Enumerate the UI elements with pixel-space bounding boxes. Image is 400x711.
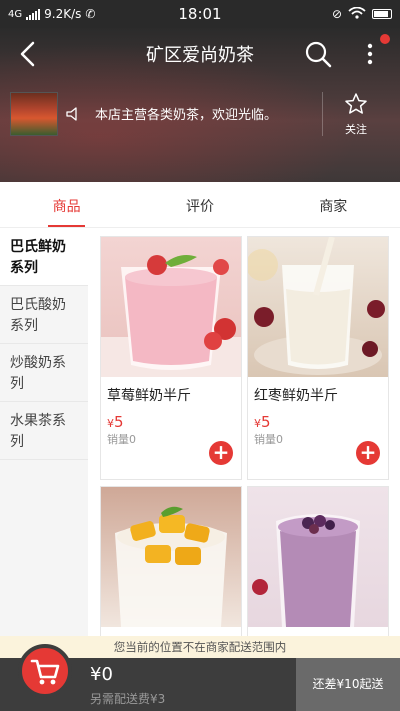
product-image <box>101 237 241 377</box>
phone-icon: ✆ <box>85 7 96 21</box>
divider <box>322 92 323 136</box>
network-type: 4G <box>8 8 23 20</box>
product-grid: 草莓鲜奶半斤 ¥5 销量0 + 红枣鲜奶半斤 ¥5 销量0 + <box>88 228 400 636</box>
cart-icon <box>30 659 60 685</box>
product-name <box>248 627 388 635</box>
wifi-icon <box>348 6 366 22</box>
cart-bar: ¥0 另需配送费¥3 还差¥10起送 <box>0 644 400 711</box>
tab-products[interactable]: 商品 <box>0 182 133 227</box>
product-name: 草莓鲜奶半斤 <box>107 388 191 404</box>
network-speed: 9.2K/s <box>44 7 82 21</box>
page-title: 矿区爱尚奶茶 <box>146 45 254 66</box>
price-value: 5 <box>114 413 124 431</box>
star-icon <box>345 93 367 114</box>
nav-bar: 矿区爱尚奶茶 <box>0 28 400 80</box>
category-sidebar: 巴氏鲜奶系列 巴氏酸奶系列 炒酸奶系列 水果茶系列 <box>0 228 88 636</box>
status-time: 18:01 <box>178 5 222 23</box>
cart-button[interactable] <box>18 644 72 698</box>
product-image <box>248 487 388 627</box>
status-right: ⊘ <box>264 6 392 22</box>
follow-label: 关注 <box>345 123 367 136</box>
status-bar: 4G 9.2K/s ✆ 18:01 ⊘ <box>0 0 400 28</box>
product-image <box>248 237 388 377</box>
speaker-icon <box>66 107 77 121</box>
currency-symbol: ¥ <box>107 417 114 430</box>
product-card[interactable]: 红枣鲜奶半斤 ¥5 销量0 + <box>247 236 389 480</box>
delivery-fee: 另需配送费¥3 <box>90 692 166 706</box>
tab-merchant[interactable]: 商家 <box>267 182 400 227</box>
price-value: 5 <box>261 413 271 431</box>
silent-icon: ⊘ <box>331 7 342 21</box>
product-name <box>101 627 241 635</box>
min-order-button[interactable]: 还差¥10起送 <box>296 658 400 711</box>
sidebar-item-yogurt[interactable]: 巴氏酸奶系列 <box>0 286 88 344</box>
shop-header: 矿区爱尚奶茶 本店主营各类奶茶，欢迎光临。 关注 <box>0 28 400 182</box>
signal-icon <box>26 8 41 20</box>
product-image <box>101 487 241 627</box>
search-icon[interactable] <box>304 40 332 68</box>
currency-symbol: ¥ <box>254 417 261 430</box>
shop-info: 本店主营各类奶茶，欢迎光临。 关注 <box>0 92 400 136</box>
add-to-cart-button[interactable]: + <box>356 441 380 465</box>
sidebar-item-fresh-milk[interactable]: 巴氏鲜奶系列 <box>0 228 88 286</box>
sidebar-item-fruit-tea[interactable]: 水果茶系列 <box>0 402 88 460</box>
add-to-cart-button[interactable]: + <box>209 441 233 465</box>
notification-dot <box>380 34 390 44</box>
tab-reviews[interactable]: 评价 <box>133 182 266 227</box>
more-icon[interactable] <box>360 40 380 68</box>
shop-logo <box>10 92 58 136</box>
product-price: ¥5 <box>248 405 388 431</box>
product-price: ¥5 <box>101 405 241 431</box>
product-card[interactable] <box>100 486 242 636</box>
product-card[interactable]: 草莓鲜奶半斤 ¥5 销量0 + <box>100 236 242 480</box>
battery-icon <box>372 9 392 19</box>
product-card[interactable] <box>247 486 389 636</box>
shop-notice: 本店主营各类奶茶，欢迎光临。 <box>95 108 278 123</box>
product-name: 红枣鲜奶半斤 <box>254 388 338 404</box>
tab-bar: 商品 评价 商家 <box>0 182 400 228</box>
cart-total: ¥0 <box>90 664 113 685</box>
status-left: 4G 9.2K/s ✆ <box>8 7 136 21</box>
follow-button[interactable]: 关注 <box>336 92 376 137</box>
back-icon[interactable] <box>14 40 42 68</box>
sidebar-item-fried-yogurt[interactable]: 炒酸奶系列 <box>0 344 88 402</box>
